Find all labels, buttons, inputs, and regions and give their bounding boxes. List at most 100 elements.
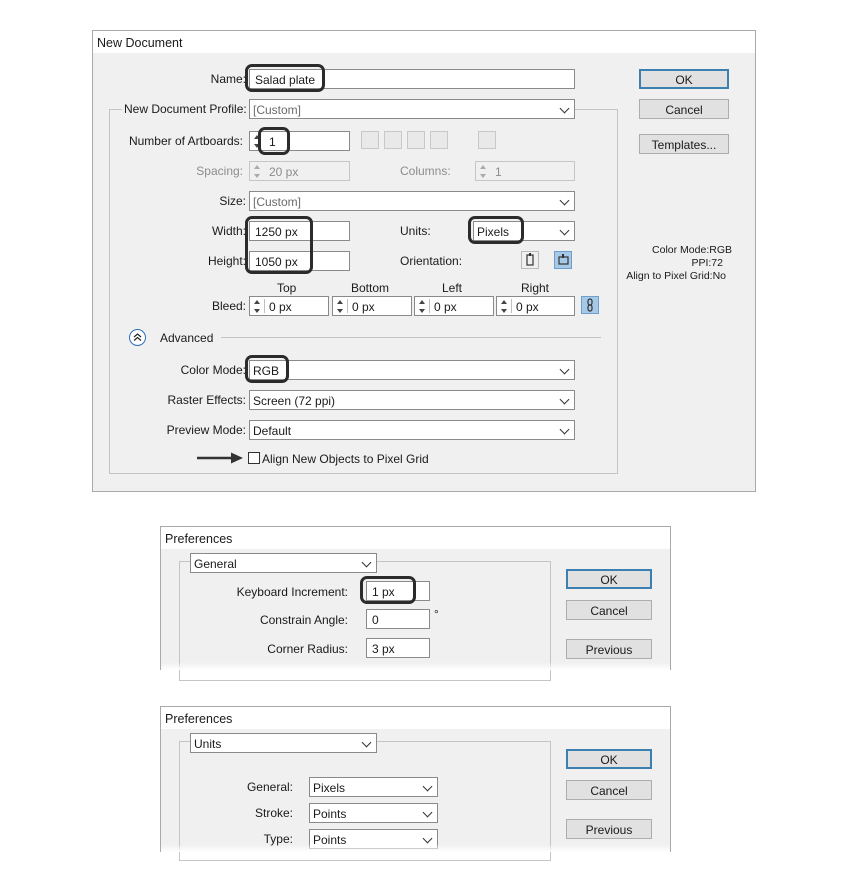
- spacing-label: Spacing:: [196, 164, 243, 178]
- stepper-icon[interactable]: [418, 299, 427, 313]
- name-input[interactable]: Salad plate: [249, 69, 575, 89]
- preferences-general-dialog: Preferences General Keyboard Increment: …: [160, 526, 671, 681]
- general-units-select[interactable]: Pixels: [309, 777, 438, 797]
- general-units-value: Pixels: [313, 781, 346, 795]
- height-input[interactable]: 1050 px: [249, 251, 350, 271]
- arrange-by-column-icon[interactable]: [430, 131, 448, 149]
- artboards-input[interactable]: 1: [249, 131, 350, 151]
- link-bleed-icon[interactable]: [581, 296, 599, 314]
- columns-input: 1: [475, 161, 575, 181]
- bleed-bottom-input[interactable]: 0 px: [332, 296, 412, 316]
- previous-button[interactable]: Previous: [566, 819, 652, 839]
- ok-button[interactable]: OK: [639, 69, 729, 89]
- arrange-by-row-icon[interactable]: [407, 131, 425, 149]
- grid-by-row-icon[interactable]: [361, 131, 379, 149]
- bleed-top-input[interactable]: 0 px: [249, 296, 329, 316]
- info-ppi: PPI:72: [691, 257, 723, 269]
- profile-label: New Document Profile:: [122, 102, 249, 116]
- portrait-glyph: [526, 253, 534, 266]
- spacing-value: 20 px: [269, 165, 299, 179]
- profile-select[interactable]: [Custom]: [249, 99, 575, 119]
- collapse-advanced-icon[interactable]: [129, 329, 146, 346]
- units-select[interactable]: Pixels: [473, 221, 575, 241]
- orientation-label: Orientation:: [400, 254, 463, 268]
- profile-value: [Custom]: [253, 103, 302, 117]
- section-value: Units: [194, 737, 222, 751]
- stepper-icon: [479, 164, 488, 178]
- raster-value: Screen (72 ppi): [253, 394, 336, 408]
- size-label: Size:: [219, 194, 246, 208]
- general-units-label: General:: [246, 780, 293, 794]
- new-document-dialog: New Document Name: Salad plate New Docum…: [92, 30, 756, 492]
- width-label: Width:: [211, 224, 246, 238]
- cutoff-fade: [161, 662, 670, 670]
- divider: [429, 299, 430, 313]
- color-mode-label: Color Mode:: [180, 363, 246, 377]
- stroke-units-select[interactable]: Points: [309, 803, 438, 823]
- chevron-down-icon: [559, 103, 570, 114]
- raster-select[interactable]: Screen (72 ppi): [249, 390, 575, 410]
- previous-button[interactable]: Previous: [566, 639, 652, 659]
- section-select[interactable]: Units: [190, 733, 377, 753]
- divider: [511, 299, 512, 313]
- bleed-left-input[interactable]: 0 px: [414, 296, 494, 316]
- keyboard-input[interactable]: 1 px: [366, 581, 430, 601]
- info-color-mode: Color Mode:RGB: [652, 244, 732, 256]
- divider: [264, 299, 265, 313]
- templates-button[interactable]: Templates...: [639, 134, 729, 154]
- bleed-right-input[interactable]: 0 px: [496, 296, 575, 316]
- cancel-button[interactable]: Cancel: [566, 600, 652, 620]
- radius-input[interactable]: 3 px: [366, 638, 430, 658]
- stepper-icon[interactable]: [253, 134, 262, 148]
- bleed-top-header: Top: [277, 281, 297, 295]
- degree-symbol: °: [434, 607, 439, 621]
- landscape-glyph: [558, 254, 569, 265]
- chevron-down-icon: [559, 195, 570, 206]
- height-label: Height:: [207, 254, 246, 268]
- cancel-button[interactable]: Cancel: [566, 780, 652, 800]
- bleed-left-header: Left: [442, 281, 463, 295]
- stepper-icon[interactable]: [500, 299, 509, 313]
- bleed-right-header: Right: [521, 281, 550, 295]
- stepper-icon[interactable]: [336, 299, 345, 313]
- spacing-input: 20 px: [249, 161, 350, 181]
- bleed-right-value: 0 px: [516, 300, 539, 314]
- artboards-label: Number of Artboards:: [128, 134, 243, 148]
- ok-button[interactable]: OK: [566, 569, 652, 589]
- chevron-down-icon: [559, 364, 570, 375]
- angle-input[interactable]: 0: [366, 609, 430, 629]
- name-label: Name:: [210, 72, 246, 86]
- double-chevron-up-icon: [133, 333, 142, 341]
- dialog-title: New Document: [93, 31, 755, 53]
- chevron-down-icon: [422, 781, 433, 792]
- stepper-icon[interactable]: [253, 299, 262, 313]
- align-checkbox[interactable]: [248, 452, 260, 464]
- size-value: [Custom]: [253, 195, 302, 209]
- columns-label: Columns:: [400, 164, 451, 178]
- color-mode-select[interactable]: RGB: [249, 360, 575, 380]
- portrait-icon[interactable]: [521, 251, 539, 269]
- radius-label: Corner Radius:: [267, 642, 348, 656]
- grid-by-column-icon[interactable]: [384, 131, 402, 149]
- width-input[interactable]: 1250 px: [249, 221, 350, 241]
- ok-button[interactable]: OK: [566, 749, 652, 769]
- angle-label: Constrain Angle:: [259, 613, 348, 627]
- section-select[interactable]: General: [190, 553, 377, 573]
- keyboard-label: Keyboard Increment:: [236, 585, 348, 599]
- dialog-title: Preferences: [161, 527, 670, 549]
- columns-value: 1: [495, 165, 502, 179]
- cutoff-fade: [161, 844, 670, 852]
- right-to-left-icon[interactable]: [478, 131, 496, 149]
- preview-label: Preview Mode:: [166, 423, 246, 437]
- chevron-down-icon: [361, 557, 372, 568]
- align-label: Align New Objects to Pixel Grid: [262, 452, 429, 466]
- size-select[interactable]: [Custom]: [249, 191, 575, 211]
- landscape-icon[interactable]: [554, 251, 572, 269]
- section-value: General: [194, 557, 237, 571]
- units-label: Units:: [400, 224, 431, 238]
- advanced-divider: [221, 337, 601, 338]
- cancel-button[interactable]: Cancel: [639, 99, 729, 119]
- preview-value: Default: [253, 424, 292, 438]
- bleed-left-value: 0 px: [434, 300, 457, 314]
- preview-select[interactable]: Default: [249, 420, 575, 440]
